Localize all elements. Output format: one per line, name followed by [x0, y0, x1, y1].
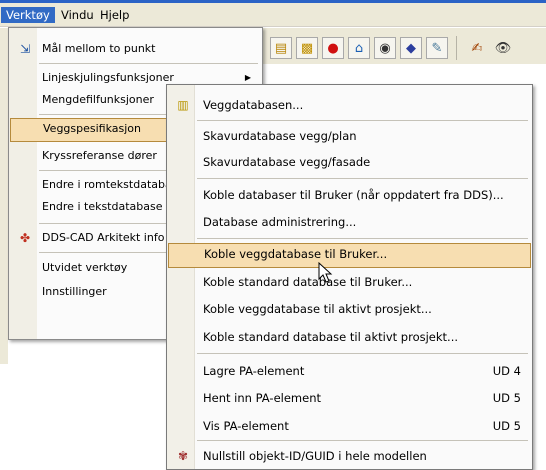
menu-item-label: Linjeskjulingsfunksjoner — [42, 71, 174, 84]
menu-item-lagre-pa-element[interactable]: Lagre PA-element UD 4 — [168, 360, 531, 382]
menu-item-shortcut: UD 5 — [492, 419, 521, 433]
menu-item-shortcut: UD 5 — [492, 391, 521, 405]
menu-item-label: Koble databaser til Bruker (når oppdater… — [203, 188, 504, 202]
menu-item-label: Veggdatabasen... — [203, 98, 304, 112]
menu-item-label: Nullstill objekt-ID/GUID i hele modellen — [203, 449, 427, 463]
menu-verktoy[interactable]: Verktøy — [1, 7, 55, 23]
menu-item-database-administrering[interactable]: Database administrering... — [168, 211, 531, 233]
menu-separator — [197, 120, 528, 121]
blue-object-icon[interactable]: ◆ — [400, 37, 422, 59]
menu-separator — [197, 440, 528, 441]
menu-item-label: Veggspesifikasjon — [43, 122, 142, 135]
veggspesifikasjon-submenu: ▥ Veggdatabasen... Skavurdatabase vegg/p… — [166, 84, 533, 470]
menu-item-label: Skavurdatabase vegg/plan — [203, 129, 357, 143]
menu-item-label: Koble standard database til Bruker... — [203, 275, 413, 289]
menu-item-label: Endre i romtekstdatabase — [42, 178, 185, 191]
menu-item-koble-standard-prosjekt[interactable]: Koble standard database til aktivt prosj… — [168, 326, 531, 348]
dds-cad-icon: ✤ — [19, 231, 31, 245]
menu-item-label: Vis PA-element — [203, 419, 289, 433]
menu-item-label: Koble standard database til aktivt prosj… — [203, 330, 459, 344]
menu-item-skavurdatabase-fasade[interactable]: Skavurdatabase vegg/fasade — [168, 151, 531, 173]
wall-database-icon: ▥ — [177, 98, 189, 112]
menu-item-label: Hent inn PA-element — [203, 391, 321, 405]
menu-item-koble-databaser[interactable]: Koble databaser til Bruker (når oppdater… — [168, 184, 531, 206]
menu-item-label: Mål mellom to punkt — [42, 42, 156, 55]
menu-item-label: Innstillinger — [42, 285, 107, 298]
menu-item-koble-veggdatabase-prosjekt[interactable]: Koble veggdatabase til aktivt prosjekt..… — [168, 298, 531, 320]
menu-item-label: Utvidet verktøy — [42, 261, 128, 274]
menu-item-label: Skavurdatabase vegg/fasade — [203, 155, 371, 169]
menu-item-shortcut: UD 4 — [492, 364, 521, 378]
window-edge — [0, 64, 8, 364]
edit-icon[interactable]: ✍ — [466, 37, 488, 59]
menu-item-koble-standard-bruker[interactable]: Koble standard database til Bruker... — [168, 271, 531, 293]
menu-item-label: Endre i tekstdatabase — [42, 200, 163, 213]
house-icon[interactable]: ⌂ — [348, 37, 370, 59]
menu-item-label: Database administrering... — [203, 215, 357, 229]
red-shape-icon[interactable]: ● — [322, 37, 344, 59]
menu-item-skavurdatabase-plan[interactable]: Skavurdatabase vegg/plan — [168, 125, 531, 147]
menu-bar: Verktøy Vindu Hjelp — [0, 3, 546, 27]
menu-separator — [197, 178, 528, 179]
menu-item-veggdatabasen[interactable]: ▥ Veggdatabasen... — [168, 94, 531, 116]
menu-item-label: Mengdefilfunksjoner — [42, 93, 154, 106]
menu-separator — [197, 238, 528, 239]
menu-separator — [197, 353, 528, 354]
measure-icon: ⇲ — [19, 42, 31, 56]
eye-icon[interactable]: 👁 — [492, 37, 514, 59]
menu-item-koble-veggdatabase-bruker[interactable]: Koble veggdatabase til Bruker... — [168, 243, 531, 268]
menu-item-label: Koble veggdatabase til Bruker... — [204, 247, 388, 261]
menu-item-label: Lagre PA-element — [203, 364, 305, 378]
toolbar-separator — [456, 36, 457, 60]
menu-item-label: Koble veggdatabase til aktivt prosjekt..… — [203, 302, 432, 316]
menu-item-hent-inn-pa-element[interactable]: Hent inn PA-element UD 5 — [168, 387, 531, 409]
mouse-pointer-icon — [318, 262, 333, 283]
reset-id-icon: ✾ — [177, 449, 189, 463]
menu-separator — [39, 63, 258, 64]
pattern-icon[interactable]: ▩ — [296, 37, 318, 59]
menu-hjelp[interactable]: Hjelp — [95, 7, 134, 23]
menu-item-mal-mellom-to-punkt[interactable]: ⇲ Mål mellom to punkt — [10, 38, 261, 60]
menu-item-label: DDS-CAD Arkitekt info — [42, 231, 165, 244]
menu-item-nullstill-objekt-id[interactable]: ✾ Nullstill objekt-ID/GUID i hele modell… — [168, 445, 531, 467]
menu-item-label: Kryssreferanse dører — [42, 149, 157, 162]
menu-item-vis-pa-element[interactable]: Vis PA-element UD 5 — [168, 415, 531, 437]
pencil-scene-icon[interactable]: ✎ — [426, 37, 448, 59]
camera-icon[interactable]: ◉ — [374, 37, 396, 59]
menu-vindu[interactable]: Vindu — [56, 7, 99, 23]
chart-icon[interactable]: ▤ — [270, 37, 292, 59]
